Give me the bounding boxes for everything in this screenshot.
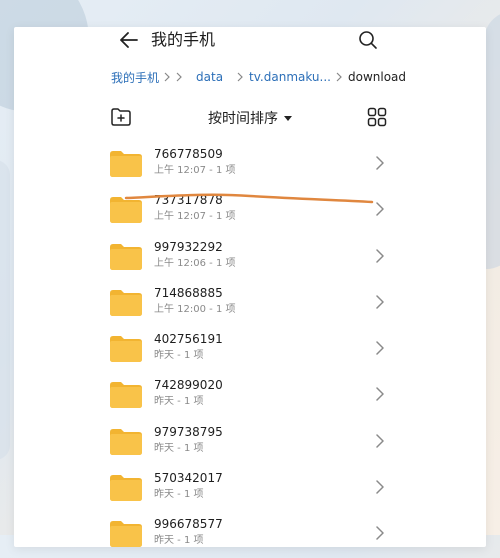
folder-name: 714868885 [154, 285, 223, 300]
folder-meta: 昨天 - 1 项 [154, 442, 204, 454]
folder-name: 766778509 [154, 147, 223, 161]
folder-name: 997932292 [154, 239, 223, 254]
grid-view-button[interactable] [366, 106, 388, 128]
breadcrumb: 我的手机 data tv.danmaku... download [111, 67, 406, 87]
search-icon [359, 31, 377, 49]
chevron-right-icon [237, 72, 243, 82]
folder-meta: 昨天 - 1 项 [154, 489, 204, 501]
folder-icon [110, 197, 142, 224]
page-title: 我的手机 [151, 30, 216, 49]
file-list: 766778509 上午 12:07 - 1 项 737317878 上午 12… [14, 141, 486, 558]
folder-row[interactable]: 714868885 上午 12:00 - 1 项 [14, 280, 486, 326]
chevron-right-icon [376, 202, 384, 217]
chevron-right-icon [376, 387, 384, 402]
folder-icon [110, 336, 142, 363]
folder-name: 737317878 [154, 193, 223, 208]
folder-row[interactable]: 402756191 昨天 - 1 项 [14, 326, 486, 372]
folder-meta: 上午 12:00 - 1 项 [154, 303, 236, 315]
grid-view-icon [367, 107, 387, 127]
breadcrumb-item-my-phone[interactable]: 我的手机 [111, 69, 159, 86]
folder-row[interactable]: 737317878 上午 12:07 - 1 项 [14, 187, 486, 233]
chevron-right-icon [376, 341, 384, 355]
chevron-right-icon [376, 248, 384, 263]
breadcrumb-item-download: download [347, 70, 407, 84]
folder-row[interactable]: 742899020 昨天 - 1 项 [14, 372, 486, 418]
toolbar: 按时间排序 [14, 103, 486, 133]
wallpaper-shape [0, 160, 10, 460]
folder-meta: 上午 12:06 - 1 项 [154, 257, 236, 269]
folder-icon [110, 521, 142, 548]
breadcrumb-item-data[interactable]: data [196, 70, 223, 84]
folder-meta: 上午 12:07 - 1 项 [154, 165, 236, 176]
breadcrumb-item-tv-danmaku[interactable]: tv.danmaku... [249, 70, 331, 84]
caret-down-icon [284, 115, 292, 121]
chevron-right-icon [176, 72, 182, 82]
new-folder-button[interactable] [110, 106, 132, 128]
sort-dropdown[interactable]: 按时间排序 [208, 107, 292, 129]
new-folder-icon [111, 108, 131, 126]
folder-meta: 昨天 - 1 项 [154, 535, 204, 547]
folder-icon [110, 428, 142, 455]
folder-icon [110, 151, 142, 177]
back-button[interactable] [114, 27, 144, 53]
folder-name: 742899020 [154, 378, 223, 393]
file-manager-window: 我的手机 我的手机 data tv.danmaku... download 按时… [14, 27, 486, 548]
chevron-right-icon [336, 72, 342, 82]
chevron-right-icon [376, 295, 384, 309]
folder-name: 570342017 [154, 471, 223, 486]
folder-icon [110, 475, 142, 502]
chevron-right-icon [376, 480, 384, 494]
search-button[interactable] [354, 27, 382, 53]
folder-name: 979738795 [154, 424, 223, 439]
folder-name: 996678577 [154, 517, 223, 532]
folder-name: 402756191 [154, 332, 223, 347]
chevron-right-icon [376, 434, 384, 448]
folder-icon [110, 289, 142, 316]
folder-row[interactable]: 997932292 上午 12:06 - 1 项 [14, 234, 486, 280]
folder-meta: 昨天 - 1 项 [154, 396, 204, 408]
chevron-right-icon [376, 526, 384, 541]
arrow-left-icon [120, 32, 138, 48]
folder-row[interactable]: 570342017 昨天 - 1 项 [14, 465, 486, 511]
chevron-right-icon [376, 156, 384, 170]
folder-meta: 昨天 - 1 项 [154, 350, 204, 362]
folder-row[interactable]: 766778509 上午 12:07 - 1 项 [14, 141, 486, 187]
chevron-right-icon [164, 72, 170, 82]
sort-label: 按时间排序 [208, 111, 278, 127]
folder-icon [110, 243, 142, 270]
folder-meta: 上午 12:07 - 1 项 [154, 211, 236, 223]
folder-row[interactable]: 979738795 昨天 - 1 项 [14, 419, 486, 465]
folder-icon [110, 382, 142, 409]
